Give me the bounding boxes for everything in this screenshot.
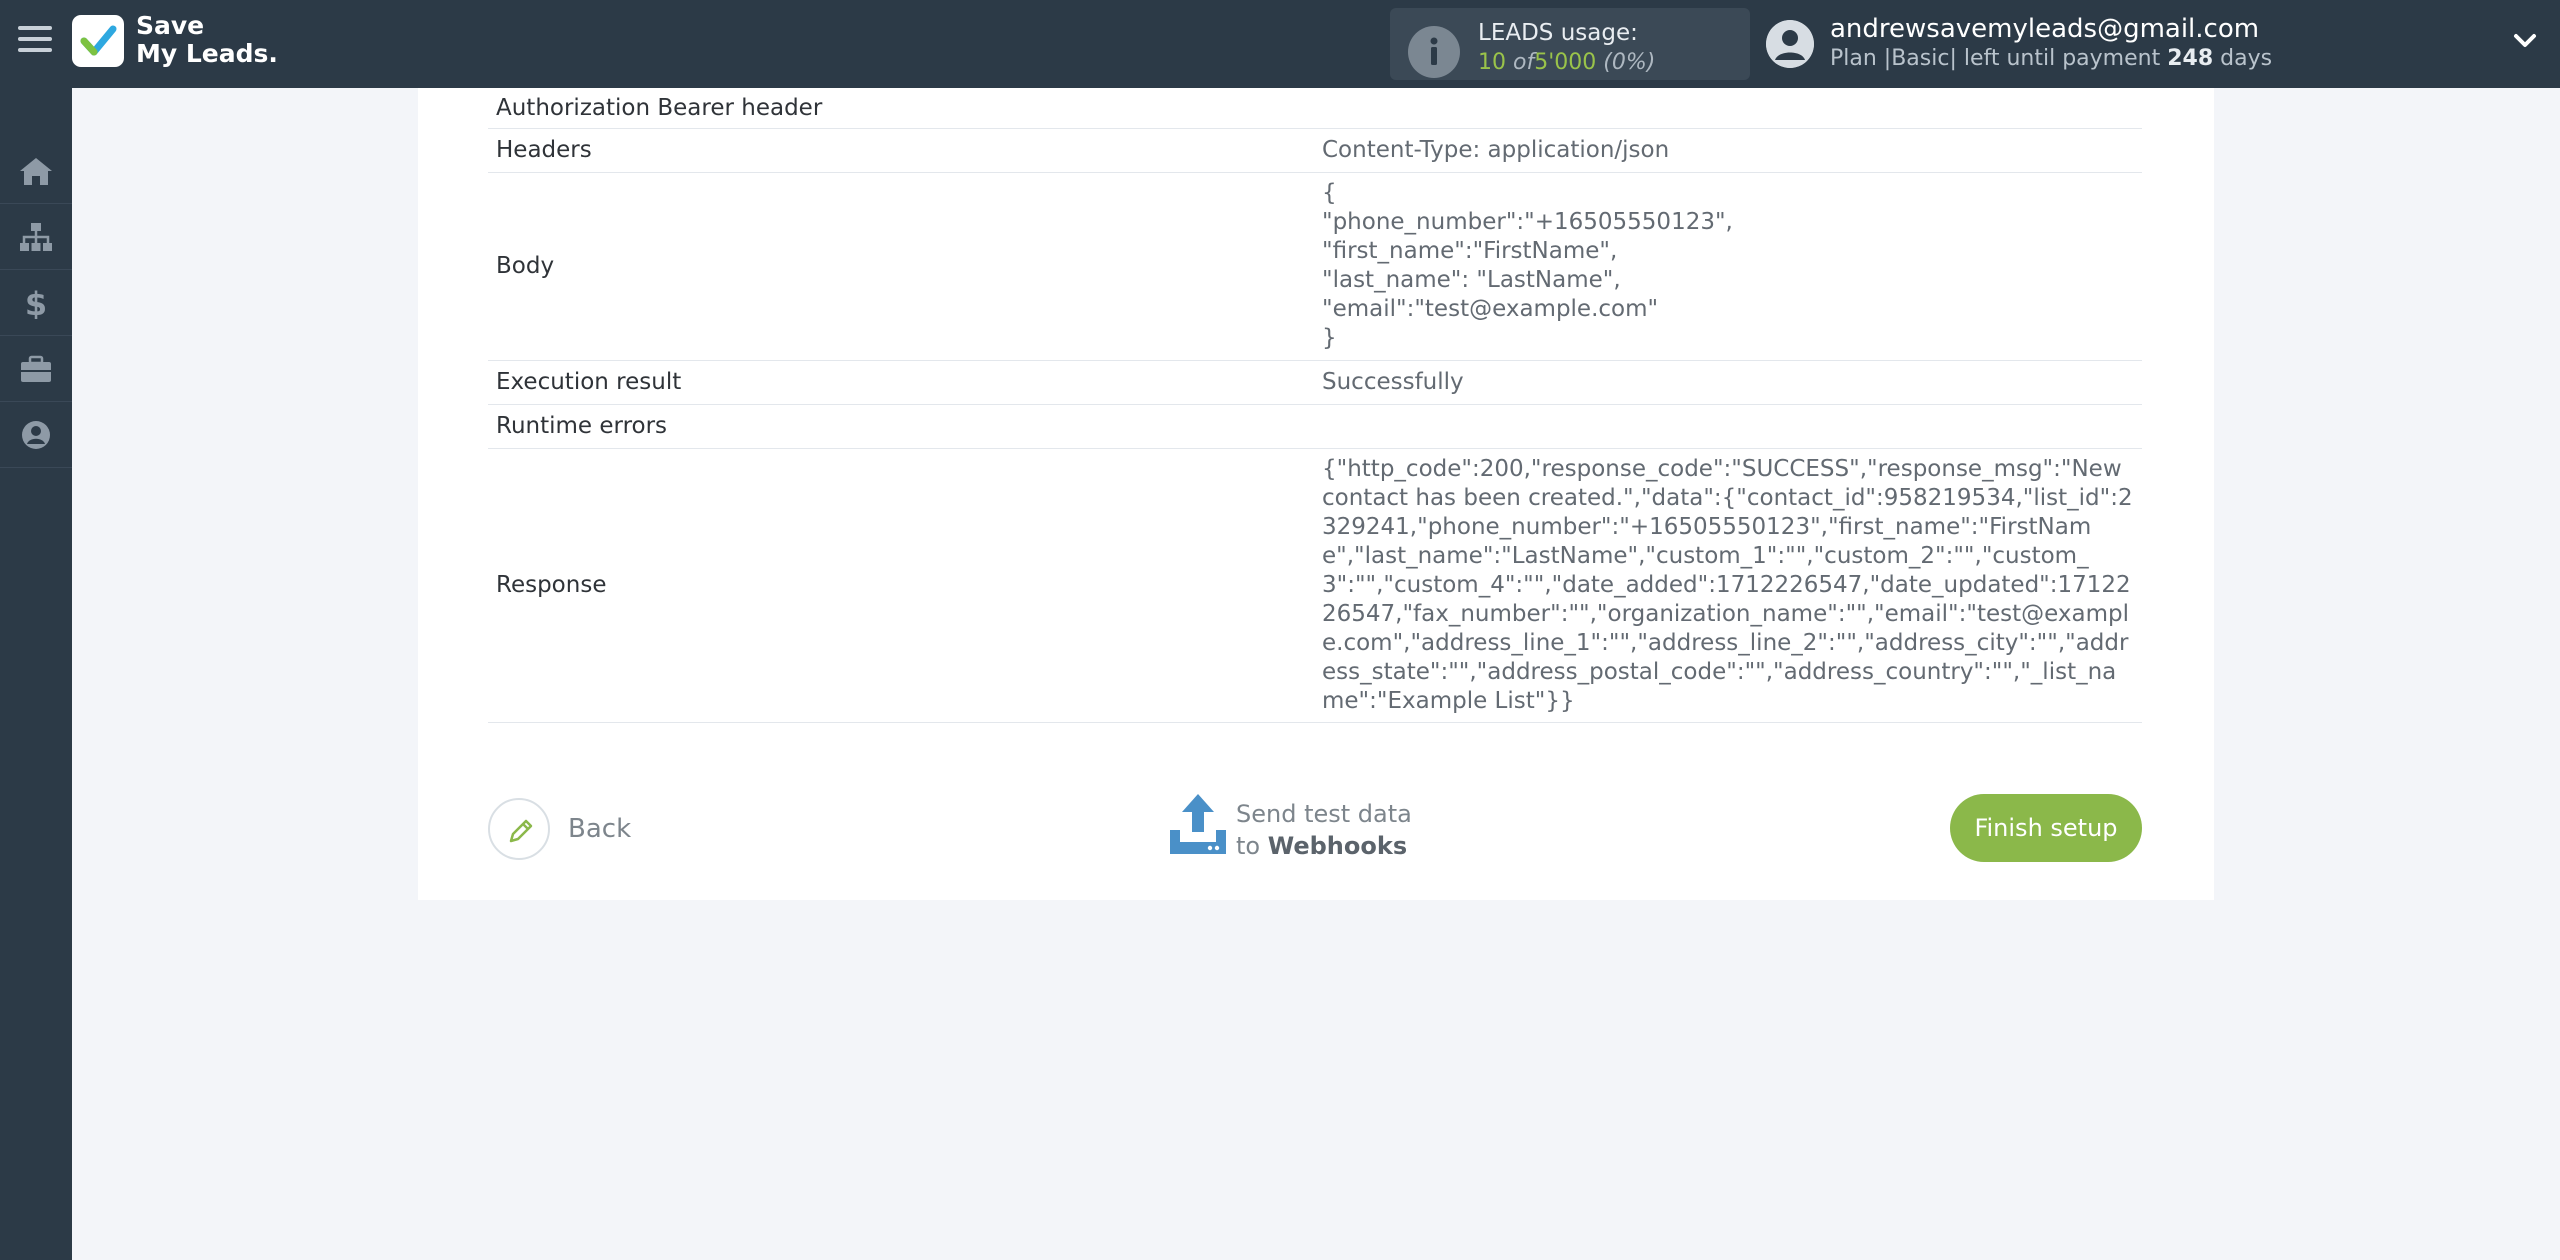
- usage-value: 10 of5'000 (0%): [1478, 50, 1655, 75]
- row-value: [1314, 404, 2142, 449]
- sidebar: $: [0, 88, 72, 1260]
- plan-info: Plan |Basic| left until payment 248 days: [1830, 46, 2272, 71]
- sidebar-item-connections[interactable]: [0, 204, 72, 270]
- table-row: Authorization Bearer header: [488, 88, 2142, 129]
- account-email[interactable]: andrewsavemyleads@gmail.com: [1830, 14, 2259, 44]
- leads-usage-panel: LEADS usage: 10 of5'000 (0%): [1390, 8, 1750, 80]
- top-bar: Save My Leads. LEADS usage: 10 of5'000 (…: [0, 0, 2560, 88]
- row-key: Response: [488, 448, 1314, 723]
- row-key: Body: [488, 172, 1314, 361]
- row-key: Runtime errors: [488, 404, 1314, 449]
- logo-line-2: My Leads.: [136, 39, 278, 68]
- pencil-icon: [488, 798, 550, 860]
- usage-of: of: [1513, 50, 1535, 75]
- table-row: Response {"http_code":200,"response_code…: [488, 448, 2142, 723]
- row-value: Content-Type: application/json: [1314, 128, 2142, 173]
- table-row: Runtime errors: [488, 404, 2142, 449]
- dollar-icon: $: [25, 287, 47, 319]
- table-row: Body { "phone_number":"+16505550123", "f…: [488, 172, 2142, 361]
- back-label: Back: [568, 814, 632, 844]
- logo-line-1: Save: [136, 11, 205, 40]
- row-key: Headers: [488, 128, 1314, 173]
- logo-icon[interactable]: [72, 15, 124, 67]
- upload-icon: [1170, 794, 1226, 854]
- row-value: { "phone_number":"+16505550123", "first_…: [1314, 172, 2142, 361]
- row-key: Execution result: [488, 360, 1314, 405]
- svg-text:$: $: [25, 287, 47, 319]
- plan-prefix: Plan |Basic| left until payment: [1830, 46, 2161, 71]
- plan-days: 248: [2167, 46, 2214, 71]
- briefcase-icon: [21, 355, 51, 382]
- table-row: Execution result Successfully: [488, 360, 2142, 405]
- usage-title: LEADS usage:: [1478, 20, 1638, 46]
- sidebar-item-home[interactable]: [0, 138, 72, 204]
- finish-setup-button[interactable]: Finish setup: [1950, 794, 2142, 862]
- send-to: to: [1236, 832, 1261, 860]
- usage-percent: (0%): [1603, 50, 1656, 75]
- sidebar-item-account[interactable]: [0, 402, 72, 468]
- plan-suffix: days: [2220, 46, 2273, 71]
- user-circle-icon: [22, 421, 50, 449]
- menu-icon[interactable]: [18, 26, 52, 60]
- logo-text[interactable]: Save My Leads.: [136, 12, 278, 68]
- sitemap-icon: [20, 223, 52, 251]
- usage-limit: 5'000: [1534, 50, 1597, 75]
- row-value: Successfully: [1314, 360, 2142, 405]
- send-label-line1: Send test data: [1236, 800, 1412, 828]
- row-value: {"http_code":200,"response_code":"SUCCES…: [1314, 448, 2142, 723]
- usage-used: 10: [1478, 50, 1506, 75]
- row-key: Authorization Bearer header: [488, 88, 1314, 129]
- avatar[interactable]: [1766, 20, 1814, 68]
- table-row: Headers Content-Type: application/json: [488, 128, 2142, 173]
- send-target: Webhooks: [1267, 832, 1408, 860]
- request-details-table: Authorization Bearer header Headers Cont…: [488, 88, 2142, 723]
- send-label-line2: to Webhooks: [1236, 832, 1407, 860]
- send-test-data: Send test data to Webhooks: [1168, 792, 1488, 872]
- info-icon: [1408, 26, 1460, 78]
- home-icon: [20, 158, 52, 185]
- test-result-card: Authorization Bearer header Headers Cont…: [418, 88, 2214, 900]
- sidebar-item-billing[interactable]: $: [0, 270, 72, 336]
- row-value: [1314, 88, 2142, 129]
- sidebar-item-tools[interactable]: [0, 336, 72, 402]
- chevron-down-icon[interactable]: [2510, 26, 2540, 56]
